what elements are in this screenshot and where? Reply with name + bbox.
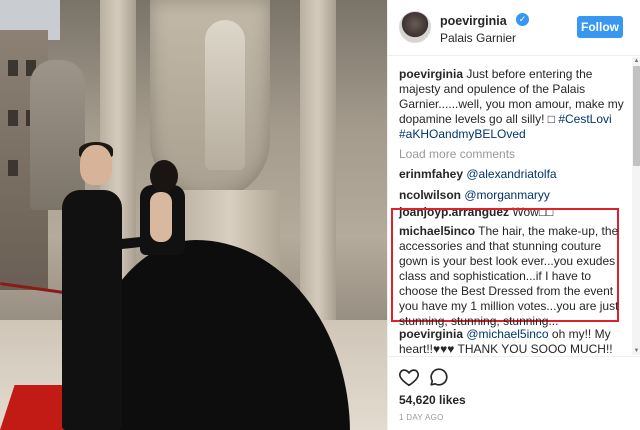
comment-text: The hair, the make-up, the accessories a… <box>399 224 619 328</box>
comment-item-highlighted: michael5inco The hair, the make-up, the … <box>399 224 621 329</box>
follow-button[interactable]: Follow <box>577 16 623 38</box>
comment-text[interactable]: @alexandriatolfa <box>466 167 556 181</box>
comment-username[interactable]: poevirginia <box>399 327 463 341</box>
statue-left <box>30 60 85 210</box>
statue-right <box>205 20 245 170</box>
heart-icon[interactable] <box>398 366 420 388</box>
scrollbar-thumb[interactable] <box>633 66 640 166</box>
comment-item: erinmfahey @alexandriatolfa <box>399 167 627 182</box>
comment-icon[interactable] <box>428 366 450 388</box>
post-header: poevirginia ✓ Palais Garnier Follow <box>388 0 640 56</box>
comments-list[interactable]: poevirginia Just before entering the maj… <box>388 57 640 355</box>
post-timestamp[interactable]: 1 DAY AGO <box>399 413 444 422</box>
man-suit <box>62 190 122 430</box>
caption-username[interactable]: poevirginia <box>399 67 463 81</box>
scroll-down-arrow-icon[interactable]: ▼ <box>632 347 640 355</box>
likes-count[interactable]: 54,620 likes <box>399 393 466 407</box>
verified-badge-icon: ✓ <box>516 13 529 26</box>
comment-username[interactable]: erinmfahey <box>399 167 463 181</box>
comment-mention[interactable]: @michael5inco <box>466 327 548 341</box>
comment-item: poevirginia @michael5inco oh my!! My hea… <box>399 327 627 355</box>
woman-head <box>150 160 178 192</box>
post-sidebar: poevirginia ✓ Palais Garnier Follow poev… <box>387 0 640 430</box>
username-link[interactable]: poevirginia <box>440 14 507 28</box>
location-link[interactable]: Palais Garnier <box>440 31 516 45</box>
man-head <box>80 145 112 185</box>
avatar[interactable] <box>399 11 431 43</box>
load-more-comments-link[interactable]: Load more comments <box>399 147 515 161</box>
comment-item: ncolwilson @morganmaryy <box>399 188 627 203</box>
comment-username[interactable]: michael5inco <box>399 224 475 238</box>
scroll-up-arrow-icon[interactable]: ▲ <box>632 57 640 65</box>
post-actions: 54,620 likes 1 DAY AGO <box>388 356 640 430</box>
caption: poevirginia Just before entering the maj… <box>399 67 624 142</box>
post-photo[interactable] <box>0 0 387 430</box>
comment-text[interactable]: @morganmaryy <box>464 188 550 202</box>
comment-username[interactable]: ncolwilson <box>399 188 461 202</box>
